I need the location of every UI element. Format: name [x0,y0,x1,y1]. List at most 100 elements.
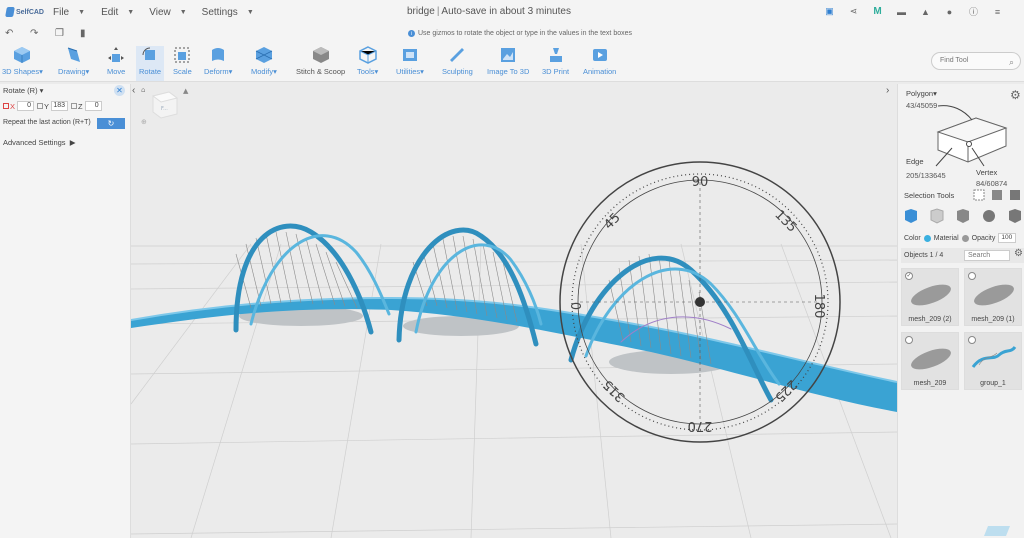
y-axis-label: Y [44,101,50,111]
tool-drawing[interactable]: Drawing▾ [58,46,89,76]
tool-label: Animation [583,67,617,76]
collapse-right-icon[interactable]: › [886,85,889,96]
svg-text:F...: F... [161,106,168,112]
main-toolbar: 3D Shapes▾ Drawing▾ Move Rotate Scale De… [0,44,1024,82]
object-thumb-mesh-209-1[interactable]: mesh_209 (1) [964,268,1022,326]
tool-rotate[interactable]: Rotate [136,46,165,81]
objects-search-input[interactable]: Search [964,250,1010,261]
find-tool-input[interactable]: Find Tool ⌕ [931,52,1021,70]
z-rotation-field[interactable]: 0 [84,101,102,111]
rotate-panel-title[interactable]: Rotate (R) ▾ [3,86,43,95]
select-radio[interactable] [905,336,913,344]
tool-label: Deform [204,67,229,76]
gizmo-center-handle[interactable] [695,297,705,307]
undo-icon[interactable]: ↶ [5,28,13,39]
copy-icon[interactable]: ❐ [55,28,64,39]
tool-deform[interactable]: Deform▾ [204,46,232,76]
selection-cube-icon [935,105,1008,167]
gizmo-label-0: 0 [570,302,585,310]
object-thumb-mesh-209-2[interactable]: ✓ mesh_209 (2) [901,268,959,326]
select-radio[interactable] [968,336,976,344]
gear-icon[interactable]: ⚙ [1010,88,1021,102]
gizmo-label-315: 315 [600,376,628,404]
info-icon[interactable]: ⓘ [967,5,980,18]
redo-icon[interactable]: ↷ [30,28,38,39]
menu-view[interactable]: View ▼ [149,7,186,18]
tool-animation[interactable]: Animation [583,46,616,76]
collapse-left-icon[interactable]: ‹ [132,85,135,96]
selfcad-logo-icon [5,7,15,17]
selection-tool-icons[interactable] [970,188,1024,202]
z-axis-checkbox[interactable] [71,103,78,109]
menu-file[interactable]: File ▼ [53,7,85,18]
color-swatch[interactable] [923,234,931,242]
close-icon[interactable]: ✕ [114,85,125,96]
3d-viewport[interactable]: F... ⌂ ▲ ⊕ 90 135 180 225 270 315 0 45 [131,84,897,538]
tool-tools[interactable]: Tools▾ [357,46,378,76]
select-radio[interactable] [968,272,976,280]
y-rotation-field[interactable]: 183 [51,101,69,111]
refresh-icon: ↻ [107,119,115,128]
tools-icon [358,46,377,64]
advanced-settings-toggle[interactable]: Advanced Settings ▶ [3,138,75,147]
x-axis-checkbox[interactable] [3,103,9,109]
edge-count: 205/133645 [906,171,946,180]
search-icon: ⌕ [1008,57,1014,67]
tool-scale[interactable]: Scale [173,46,192,76]
document-name[interactable]: bridge [407,6,435,17]
tool-label: Move [107,67,126,76]
tool-stitch-scoop[interactable]: Stitch & Scoop [296,46,345,76]
selection-mode-icons[interactable] [902,208,1024,224]
rotate-icon [142,47,156,60]
user-icon[interactable]: ● [943,5,956,18]
object-thumb-mesh-209[interactable]: mesh_209 [901,332,959,390]
rotate-gizmo[interactable]: 90 135 180 225 270 315 0 45 [559,161,841,443]
vertex-label[interactable]: Vertex [976,168,997,177]
opacity-field[interactable]: 100 [998,233,1017,243]
object-name: mesh_209 (2) [908,316,952,323]
view-cube[interactable]: F... ⌂ ▲ ⊕ [141,86,189,126]
objects-count: Objects 1 / 4 [904,252,944,259]
material-label[interactable]: Material [934,235,959,242]
selected-check-icon[interactable]: ✓ [905,272,913,280]
gear-icon[interactable]: ⚙ [1014,248,1023,259]
y-axis-checkbox[interactable] [37,103,44,109]
menu-icon[interactable]: ≡ [991,5,1004,18]
tool-3d-print[interactable]: 3D Print [542,46,569,76]
scene-canvas[interactable]: F... ⌂ ▲ ⊕ 90 135 180 225 270 315 0 45 [131,84,897,538]
color-label: Color [904,234,921,242]
printer-icon [549,48,562,62]
cart-icon[interactable]: ▬ [895,5,908,18]
svg-text:⌂: ⌂ [141,86,145,94]
menu-settings[interactable]: Settings ▼ [202,7,254,18]
trash-icon[interactable]: ▮ [80,28,86,39]
rotate-panel: Rotate (R) ▾ ✕ X 0 Y 183 Z 0 Repeat the … [0,84,131,538]
repeat-button[interactable]: ↻ [97,118,125,129]
tool-image-to-3d[interactable]: Image To 3D [487,46,529,76]
vertex-count: 84/60874 [976,179,1008,188]
sculpting-icon [450,48,465,62]
tool-sculpting[interactable]: Sculpting [442,46,473,76]
edge-label[interactable]: Edge [906,157,924,166]
info-icon: i [408,30,415,37]
material-swatch[interactable] [961,234,969,242]
x-rotation-field[interactable]: 0 [17,101,35,111]
share-icon[interactable]: ⋖ [847,5,860,18]
tool-modify[interactable]: Modify▾ [251,46,277,76]
m-logo-icon[interactable]: M [871,5,884,18]
move-icon [108,47,125,62]
menu-edit[interactable]: Edit ▼ [101,7,134,18]
polygon-mode-selector[interactable]: Polygon▾ [906,89,937,98]
tool-utilities[interactable]: Utilities▾ [396,46,424,76]
utilities-icon [402,49,417,61]
bell-icon[interactable]: ▲ [919,5,932,18]
drawing-icon [67,47,80,62]
chevron-down-icon: ▼ [246,8,254,16]
gizmo-label-45: 45 [601,210,623,232]
selection-panel: Polygon▾ 43/45059 ⚙ Edge 205/133645 Vert… [897,84,1024,538]
tool-move[interactable]: Move [107,46,125,76]
object-thumb-group-1[interactable]: group_1 [964,332,1022,390]
app-logo[interactable]: SelfCAD [5,7,44,17]
tool-3d-shapes[interactable]: 3D Shapes▾ [2,46,43,76]
save-icon[interactable]: ▣ [823,5,836,18]
